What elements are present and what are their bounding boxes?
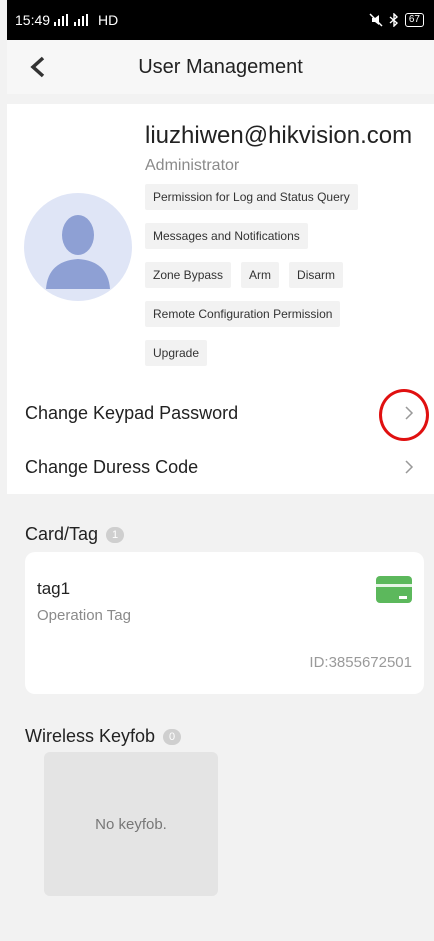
permission-chip: Messages and Notifications	[145, 223, 308, 249]
change-keypad-password-row[interactable]: Change Keypad Password	[7, 386, 434, 440]
change-keypad-password-label: Change Keypad Password	[25, 402, 239, 423]
card-icon	[376, 576, 412, 603]
change-duress-code-label: Change Duress Code	[25, 456, 199, 477]
status-bar: 15:49 HD 67	[7, 0, 434, 40]
permission-chip: Remote Configuration Permission	[145, 301, 341, 327]
permission-chip: Disarm	[289, 262, 344, 288]
permission-chip: Upgrade	[145, 340, 208, 366]
avatar-icon	[24, 193, 132, 301]
card-tag-count-badge: 1	[106, 526, 125, 543]
wireless-keyfob-title: Wireless Keyfob	[25, 726, 156, 746]
back-icon[interactable]	[27, 55, 49, 79]
tag-id: ID:3855672501	[309, 654, 412, 671]
highlight-annotation	[379, 389, 429, 441]
user-role: Administrator	[145, 157, 240, 174]
permission-chip: Permission for Log and Status Query	[145, 184, 358, 210]
tag-name: tag1	[37, 579, 71, 598]
mute-icon	[369, 13, 383, 27]
chevron-right-icon	[405, 460, 414, 474]
wireless-keyfob-section-title: Wireless Keyfob 0	[25, 726, 182, 747]
app-frame: 15:49 HD 67 User Management liuzhiwen@hi…	[7, 0, 434, 941]
card-tag-section-title: Card/Tag 1	[25, 524, 125, 545]
tag-card[interactable]: tag1 Operation Tag ID:3855672501	[25, 552, 424, 694]
change-duress-code-row[interactable]: Change Duress Code	[7, 440, 434, 494]
bluetooth-icon	[389, 13, 398, 27]
wireless-keyfob-count-badge: 0	[163, 728, 182, 745]
permission-list: Permission for Log and Status Query Mess…	[145, 184, 430, 379]
nav-bar: User Management	[7, 40, 434, 94]
permission-chip: Arm	[241, 262, 280, 288]
card-tag-title: Card/Tag	[25, 524, 99, 544]
user-profile: liuzhiwen@hikvision.com Administrator Pe…	[7, 104, 434, 494]
keyfob-empty-placeholder: No keyfob.	[44, 752, 218, 896]
signal-icon	[54, 14, 89, 26]
network-type: HD	[98, 12, 119, 28]
battery-icon: 67	[404, 13, 424, 27]
status-time: 15:49	[15, 12, 51, 28]
keyfob-empty-text: No keyfob.	[95, 815, 167, 833]
tag-type: Operation Tag	[37, 607, 131, 624]
permission-chip: Zone Bypass	[145, 262, 232, 288]
page-title: User Management	[138, 55, 303, 78]
user-email: liuzhiwen@hikvision.com	[145, 122, 413, 149]
